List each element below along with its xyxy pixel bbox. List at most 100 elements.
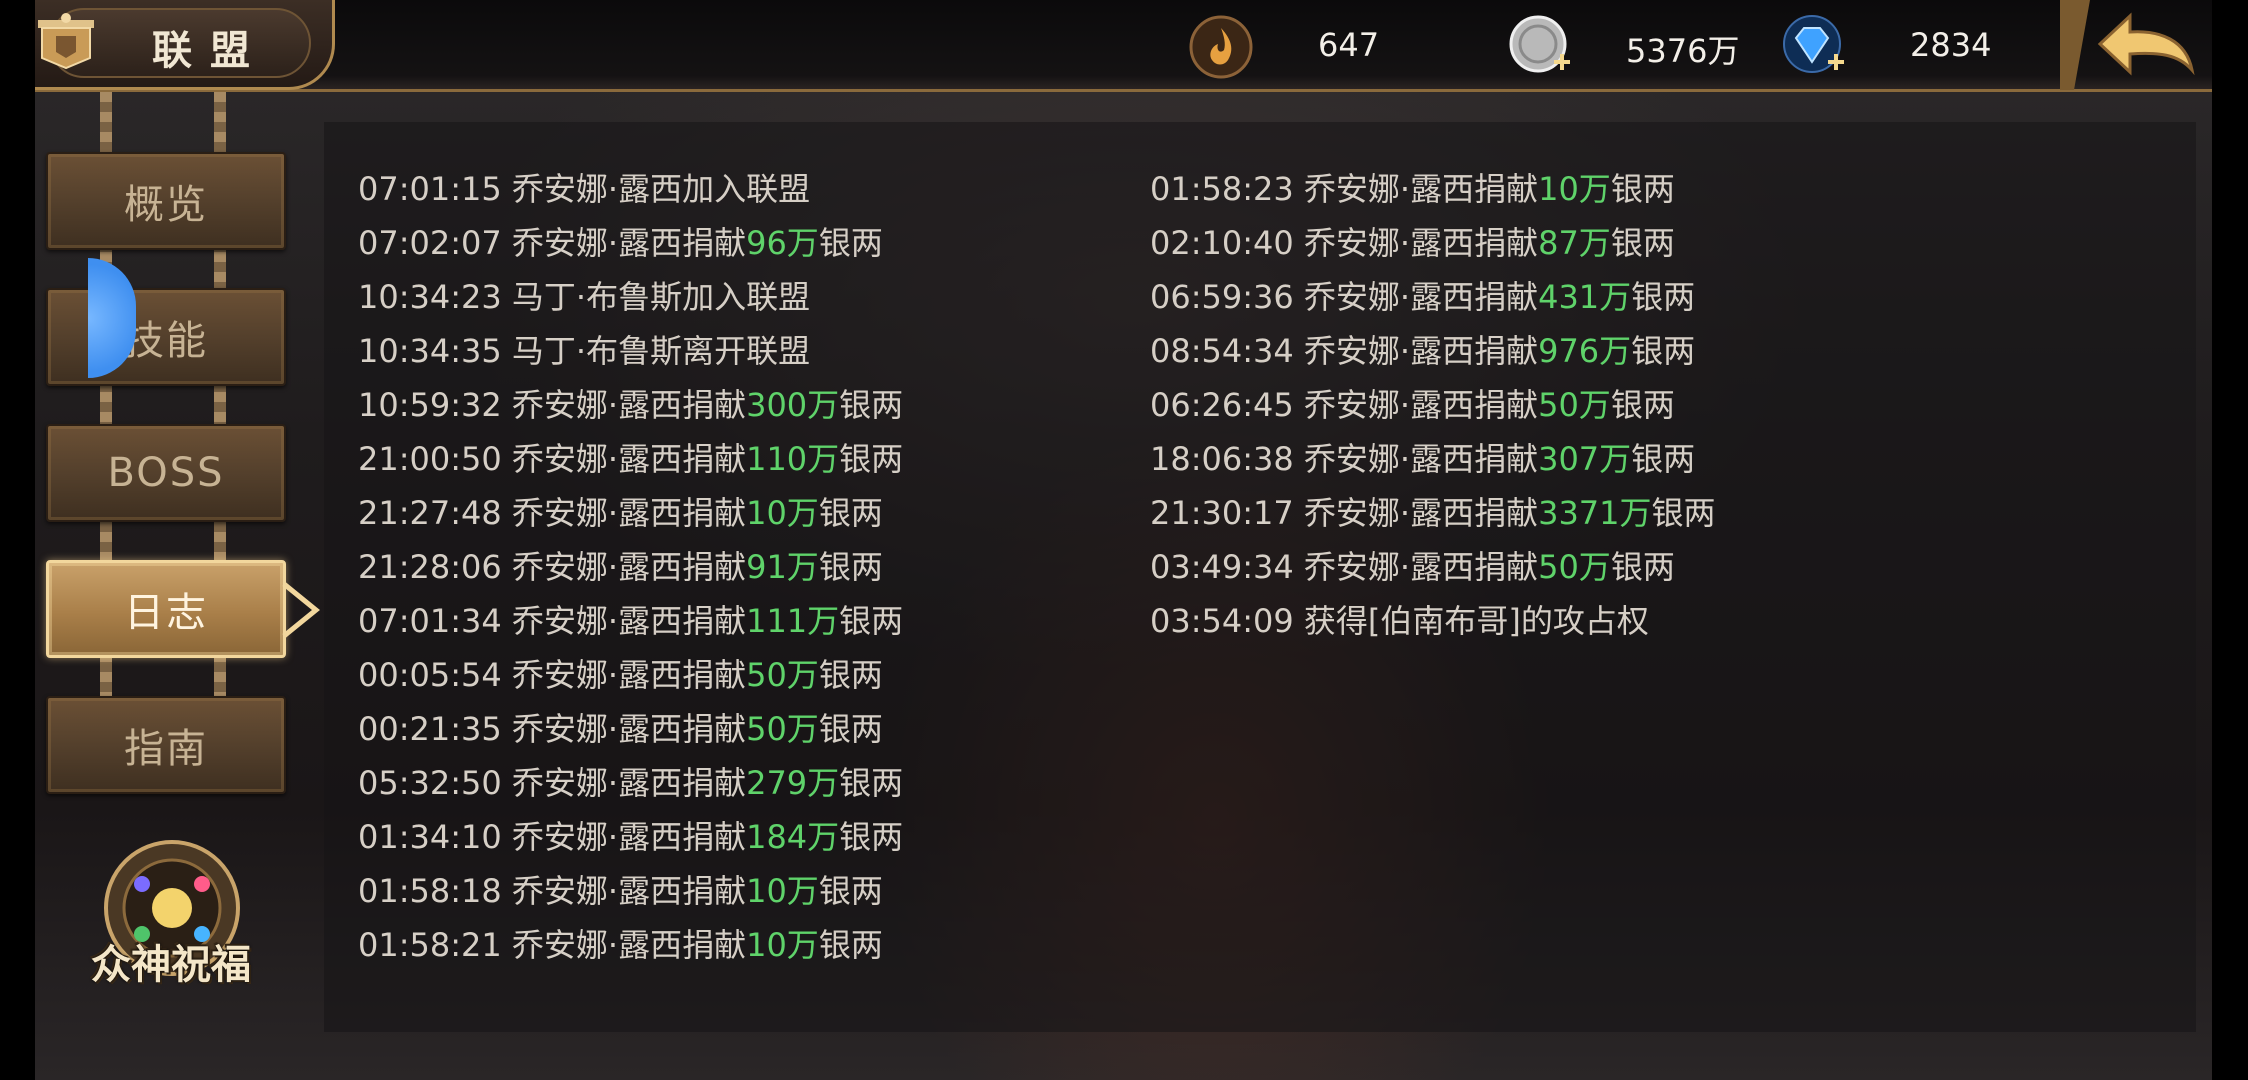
back-arrow-icon[interactable] [2060, 0, 2212, 90]
sidebar-item-overview[interactable]: 概览 [46, 152, 286, 250]
log-amount: 96万 [746, 224, 819, 262]
log-text: 乔安娜·露西加入联盟 [511, 170, 811, 208]
log-text: 乔安娜·露西捐献 [1303, 494, 1539, 532]
sidebar-item-skills[interactable]: 技能 [46, 288, 286, 386]
log-text: 乔安娜·露西捐献 [1303, 170, 1539, 208]
log-amount: 50万 [1538, 386, 1611, 424]
left-letterbox [0, 0, 35, 1080]
sidebar-item-log[interactable]: 日志 [46, 560, 286, 658]
log-unit: 银两 [818, 656, 883, 694]
log-text: 乔安娜·露西捐献 [511, 548, 747, 586]
log-unit: 银两 [1610, 170, 1675, 208]
log-entry: 10:59:32 乔安娜·露西捐献300万银两 [358, 378, 903, 432]
log-entry: 01:58:21 乔安娜·露西捐献10万银两 [358, 918, 903, 972]
sidebar-item-boss[interactable]: BOSS [46, 424, 286, 522]
log-amount: 10万 [746, 494, 819, 532]
log-unit: 银两 [818, 548, 883, 586]
log-entry: 00:21:35 乔安娜·露西捐献50万银两 [358, 702, 903, 756]
log-amount: 184万 [746, 818, 840, 856]
sidebar-item-guide[interactable]: 指南 [46, 696, 286, 794]
log-entry: 01:58:18 乔安娜·露西捐献10万银两 [358, 864, 903, 918]
log-amount: 10万 [746, 926, 819, 964]
log-amount: 300万 [746, 386, 840, 424]
diamond-value: 2834 [1910, 26, 1992, 64]
log-time: 06:26:45 [1150, 386, 1294, 424]
sidebar-item-label: BOSS [107, 450, 225, 496]
log-text: 乔安娜·露西捐献 [1303, 332, 1539, 370]
log-unit: 银两 [1610, 548, 1675, 586]
log-amount: 111万 [746, 602, 840, 640]
diamond-add-icon[interactable] [1782, 14, 1848, 80]
log-amount: 91万 [746, 548, 819, 586]
log-amount: 50万 [746, 710, 819, 748]
log-entry: 21:00:50 乔安娜·露西捐献110万银两 [358, 432, 903, 486]
log-text: 乔安娜·露西捐献 [511, 710, 747, 748]
log-unit: 银两 [818, 710, 883, 748]
log-time: 05:32:50 [358, 764, 502, 802]
active-pointer-icon [282, 582, 320, 638]
log-time: 08:54:34 [1150, 332, 1294, 370]
blessing-label[interactable]: 众神祝福 [76, 932, 266, 990]
log-time: 06:59:36 [1150, 278, 1294, 316]
sidebar-item-label: 概览 [124, 182, 208, 228]
silver-coin-value: 5376万 [1626, 32, 1740, 70]
log-entry: 06:26:45 乔安娜·露西捐献50万银两 [1150, 378, 1716, 432]
log-time: 21:00:50 [358, 440, 502, 478]
log-unit: 银两 [839, 764, 904, 802]
log-unit: 银两 [1610, 224, 1675, 262]
page-title: 联盟 [152, 28, 268, 74]
log-unit: 银两 [1631, 278, 1696, 316]
log-text: 乔安娜·露西捐献 [511, 926, 747, 964]
log-entry: 03:54:09 获得[伯南布哥]的攻占权 [1150, 594, 1716, 648]
log-entry: 00:05:54 乔安娜·露西捐献50万银两 [358, 648, 903, 702]
log-amount: 279万 [746, 764, 840, 802]
log-time: 01:34:10 [358, 818, 502, 856]
log-entry: 02:10:40 乔安娜·露西捐献87万银两 [1150, 216, 1716, 270]
log-entry: 21:30:17 乔安娜·露西捐献3371万银两 [1150, 486, 1716, 540]
silver-coin-add-icon[interactable] [1508, 14, 1574, 80]
log-amount: 431万 [1538, 278, 1632, 316]
log-time: 21:28:06 [358, 548, 502, 586]
alliance-banner-icon [38, 13, 94, 70]
sidebar-item-label: 日志 [124, 590, 208, 636]
log-entry: 01:58:23 乔安娜·露西捐献10万银两 [1150, 162, 1716, 216]
log-column-left: 07:01:15 乔安娜·露西加入联盟 07:02:07 乔安娜·露西捐献96万银… [358, 162, 903, 972]
log-amount: 10万 [746, 872, 819, 910]
log-entry: 05:32:50 乔安娜·露西捐献279万银两 [358, 756, 903, 810]
log-amount: 10万 [1538, 170, 1611, 208]
log-text: 获得[伯南布哥]的攻占权 [1303, 602, 1649, 640]
log-text: 乔安娜·露西捐献 [1303, 278, 1539, 316]
top-header-bar [35, 0, 2212, 92]
log-unit: 银两 [839, 440, 904, 478]
log-unit: 银两 [818, 872, 883, 910]
log-unit: 银两 [1651, 494, 1716, 532]
log-time: 07:01:34 [358, 602, 502, 640]
log-entry: 10:34:35 马丁·布鲁斯离开联盟 [358, 324, 903, 378]
log-time: 01:58:18 [358, 872, 502, 910]
log-text: 乔安娜·露西捐献 [511, 872, 747, 910]
log-unit: 银两 [839, 386, 904, 424]
log-text: 乔安娜·露西捐献 [511, 224, 747, 262]
log-time: 02:10:40 [1150, 224, 1294, 262]
log-time: 10:34:23 [358, 278, 502, 316]
log-unit: 银两 [839, 818, 904, 856]
log-text: 马丁·布鲁斯加入联盟 [511, 278, 811, 316]
log-entry: 03:49:34 乔安娜·露西捐献50万银两 [1150, 540, 1716, 594]
log-text: 乔安娜·露西捐献 [511, 440, 747, 478]
log-text: 乔安娜·露西捐献 [1303, 386, 1539, 424]
log-panel: 07:01:15 乔安娜·露西加入联盟 07:02:07 乔安娜·露西捐献96万银… [324, 122, 2196, 1032]
log-unit: 银两 [818, 224, 883, 262]
log-time: 01:58:21 [358, 926, 502, 964]
log-entry: 01:34:10 乔安娜·露西捐献184万银两 [358, 810, 903, 864]
log-amount: 50万 [746, 656, 819, 694]
log-amount: 87万 [1538, 224, 1611, 262]
log-time: 03:49:34 [1150, 548, 1294, 586]
log-entry: 21:27:48 乔安娜·露西捐献10万银两 [358, 486, 903, 540]
log-text: 乔安娜·露西捐献 [511, 764, 747, 802]
log-time: 00:21:35 [358, 710, 502, 748]
sidebar-item-label: 技能 [124, 318, 208, 364]
log-entry: 07:01:15 乔安娜·露西加入联盟 [358, 162, 903, 216]
log-unit: 银两 [839, 602, 904, 640]
log-time: 10:59:32 [358, 386, 502, 424]
log-text: 乔安娜·露西捐献 [511, 386, 747, 424]
